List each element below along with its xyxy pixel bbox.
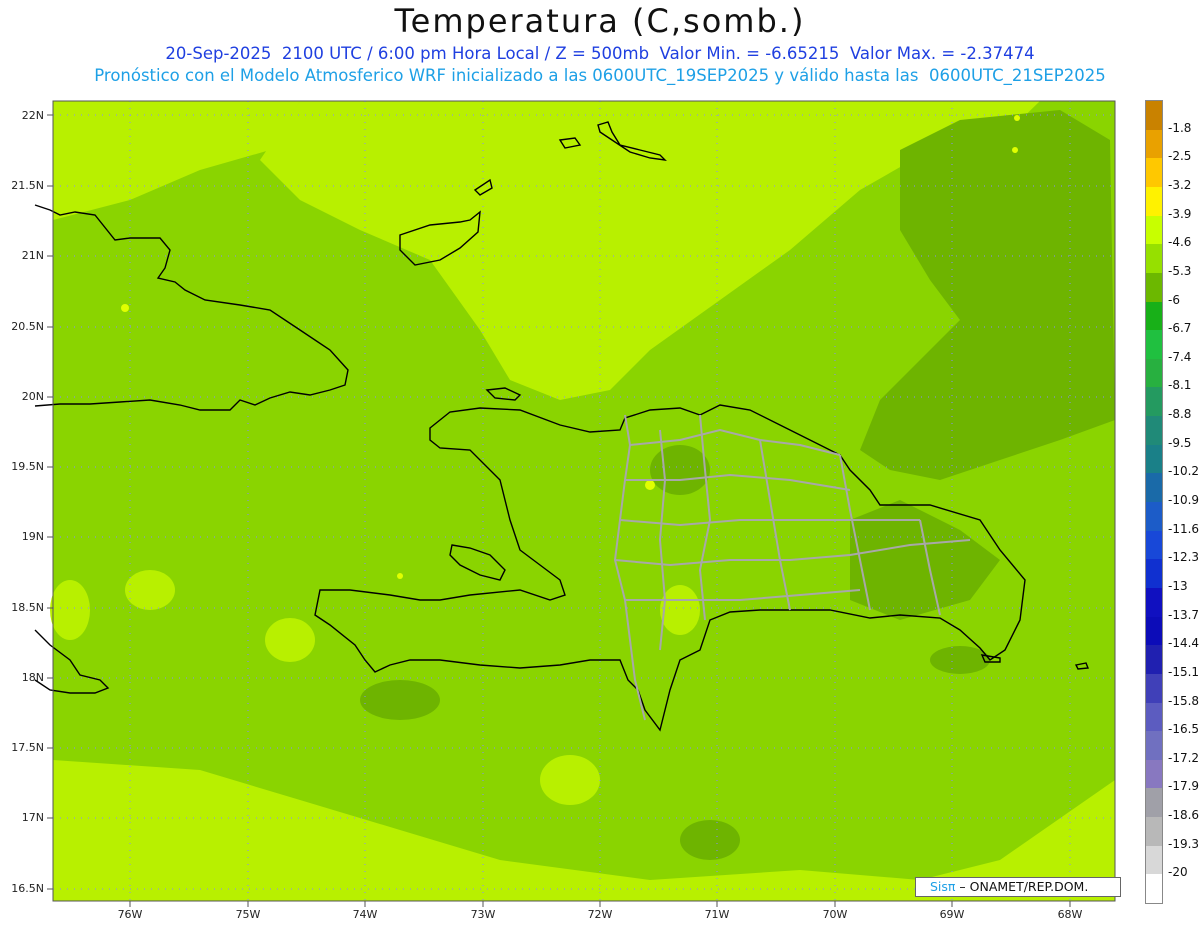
legend-swatch	[1146, 101, 1162, 131]
legend-swatch	[1146, 272, 1162, 302]
lat-label-19-5n: 19.5N	[11, 460, 44, 473]
legend-label: -14.4	[1168, 636, 1200, 651]
light-patch-5	[660, 585, 700, 635]
credit-org: – ONAMET/REP.DOM.	[955, 879, 1089, 894]
legend-label: -17.2	[1168, 750, 1200, 765]
legend-swatch	[1146, 158, 1162, 188]
lat-label-16-5n: 16.5N	[11, 882, 44, 895]
legend-label: -11.6	[1168, 521, 1200, 536]
lon-label-71w: 71W	[704, 908, 730, 921]
light-patch-4	[540, 755, 600, 805]
legend-swatch	[1146, 330, 1162, 360]
legend-swatch	[1146, 416, 1162, 446]
lon-label-76w: 76W	[117, 908, 143, 921]
dark-patch-1	[360, 680, 440, 720]
lon-label-68w: 68W	[1057, 908, 1083, 921]
legend-swatch	[1146, 673, 1162, 703]
legend-label: -18.6	[1168, 808, 1200, 823]
warm-spot-4	[1014, 115, 1020, 121]
lon-label-69w: 69W	[939, 908, 965, 921]
legend-label: -3.9	[1168, 206, 1192, 221]
legend-label: -5.3	[1168, 263, 1192, 278]
legend-label: -16.5	[1168, 722, 1200, 737]
legend-label: -8.8	[1168, 407, 1192, 422]
legend-label: -15.8	[1168, 693, 1200, 708]
legend-swatch	[1146, 530, 1162, 560]
legend-swatch	[1146, 845, 1162, 875]
legend-swatch	[1146, 215, 1162, 245]
legend-label: -13.7	[1168, 607, 1200, 622]
lat-label-18-5n: 18.5N	[11, 601, 44, 614]
lat-label-21n: 21N	[21, 249, 44, 262]
lat-label-19n: 19N	[21, 530, 44, 543]
light-patch-3	[265, 618, 315, 662]
lat-label-17n: 17N	[21, 811, 44, 824]
temperature-map	[34, 100, 1116, 907]
legend-label: -10.2	[1168, 464, 1200, 479]
light-patch-1	[125, 570, 175, 610]
legend-label: -10.9	[1168, 493, 1200, 507]
legend-label: -6.7	[1168, 321, 1192, 336]
light-patch-2	[50, 580, 90, 640]
legend-label: -9.5	[1168, 435, 1192, 450]
legend-swatch	[1146, 244, 1162, 274]
legend-swatch	[1146, 788, 1162, 818]
legend-swatch	[1146, 444, 1162, 474]
legend-label: -12.3	[1168, 550, 1200, 565]
legend-swatch	[1146, 186, 1162, 217]
legend-label: -1.8	[1168, 120, 1192, 135]
dark-patch-3	[680, 820, 740, 860]
legend-swatch	[1146, 301, 1162, 331]
dark-patch-4	[650, 445, 710, 495]
legend-label: -15.1	[1168, 664, 1200, 679]
warm-spot-3	[397, 573, 403, 579]
legend-label: -20	[1168, 865, 1188, 880]
legend-label: -2.5	[1168, 149, 1192, 164]
legend-swatch	[1146, 731, 1162, 761]
legend-swatch	[1146, 587, 1162, 618]
lat-label-22n: 22N	[21, 109, 44, 122]
legend-swatch	[1146, 473, 1162, 503]
legend-swatch	[1146, 616, 1162, 646]
lat-label-18n: 18N	[21, 671, 44, 684]
credit-box: Sisπ – ONAMET/REP.DOM.	[915, 877, 1121, 897]
legend-label: -17.9	[1168, 779, 1200, 794]
legend-label: -13	[1168, 578, 1188, 593]
warm-spot-2	[645, 480, 655, 490]
legend-swatch	[1146, 129, 1162, 159]
legend-swatch	[1146, 817, 1162, 847]
legend-swatch	[1146, 702, 1162, 732]
legend-label: -6	[1168, 292, 1180, 307]
lat-label-17-5n: 17.5N	[11, 741, 44, 754]
legend-label: -8.1	[1168, 378, 1192, 393]
lon-label-72w: 72W	[587, 908, 613, 921]
legend-swatch	[1146, 645, 1162, 675]
legend-swatch	[1146, 874, 1162, 904]
legend-label: -7.4	[1168, 349, 1192, 364]
legend-label: -3.2	[1168, 177, 1192, 192]
lon-label-70w: 70W	[822, 908, 848, 921]
lat-label-20-5n: 20.5N	[11, 320, 44, 333]
legend-swatch	[1146, 759, 1162, 789]
credit-sis: Sisπ	[930, 879, 956, 894]
legend-swatch	[1146, 387, 1162, 417]
warm-spot-1	[121, 304, 129, 312]
legend-label: -19.3	[1168, 836, 1200, 851]
legend-label: -4.6	[1168, 235, 1192, 250]
lat-label-21-5n: 21.5N	[11, 179, 44, 192]
lon-label-73w: 73W	[470, 908, 496, 921]
lon-label-75w: 75W	[235, 908, 261, 921]
color-legend-bar	[1145, 100, 1163, 904]
legend-swatch	[1146, 559, 1162, 589]
lat-label-20n: 20N	[21, 390, 44, 403]
lon-label-74w: 74W	[352, 908, 378, 921]
warm-spot-5	[1012, 147, 1018, 153]
legend-swatch	[1146, 502, 1162, 532]
legend-swatch	[1146, 358, 1162, 388]
